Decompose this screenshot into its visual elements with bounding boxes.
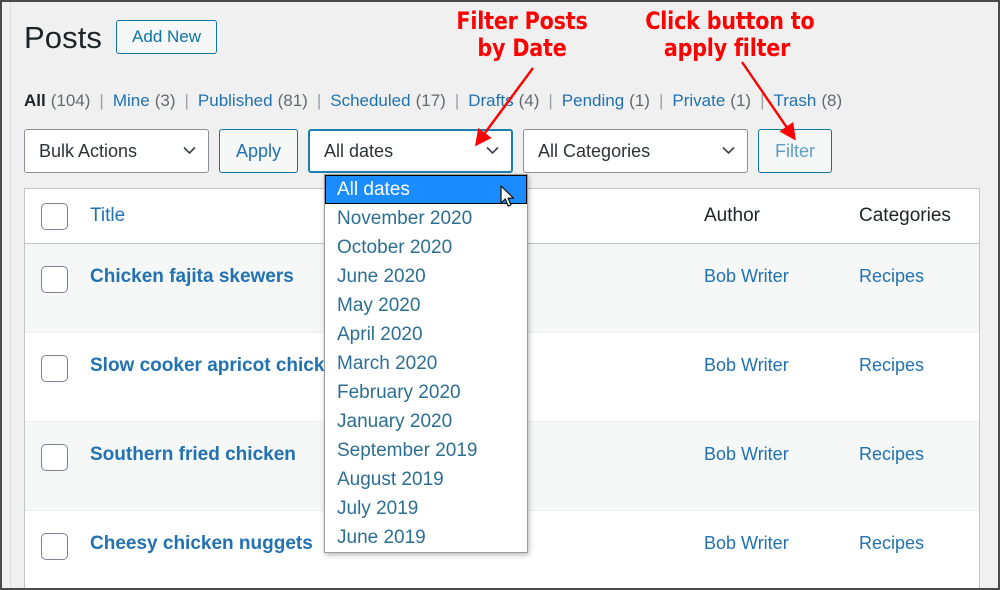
date-option[interactable]: April 2020 bbox=[325, 320, 527, 349]
row-select-cell bbox=[25, 511, 87, 560]
status-link-count: (1) bbox=[730, 91, 752, 110]
status-link-count: (104) bbox=[50, 91, 91, 110]
status-link-separator: | bbox=[99, 91, 104, 110]
date-option[interactable]: August 2019 bbox=[325, 465, 527, 494]
row-categories-cell: Recipes bbox=[859, 422, 979, 465]
status-link-label: Private bbox=[672, 91, 726, 110]
status-link-separator: | bbox=[548, 91, 553, 110]
status-link-label: All bbox=[24, 91, 46, 110]
post-category-link[interactable]: Recipes bbox=[859, 266, 924, 286]
status-link-mine[interactable]: Mine (3) bbox=[113, 91, 176, 111]
row-categories-cell: Recipes bbox=[859, 333, 979, 376]
date-option[interactable]: November 2020 bbox=[325, 204, 527, 233]
column-header-author: Author bbox=[704, 205, 760, 226]
status-link-separator: | bbox=[454, 91, 460, 110]
status-link-label: Trash bbox=[773, 91, 817, 110]
chevron-down-icon bbox=[722, 144, 735, 157]
page-header: Posts Add New bbox=[24, 19, 218, 55]
row-select-cell bbox=[25, 333, 87, 382]
row-checkbox[interactable] bbox=[41, 355, 68, 382]
post-title-link[interactable]: Southern fried chicken bbox=[90, 444, 296, 465]
column-header-categories: Categories bbox=[859, 205, 951, 226]
status-link-scheduled[interactable]: Scheduled (17) bbox=[330, 91, 446, 111]
post-author-link[interactable]: Bob Writer bbox=[704, 355, 789, 375]
status-link-count: (81) bbox=[277, 91, 308, 110]
row-author-cell: Bob Writer bbox=[704, 333, 859, 376]
status-link-label: Scheduled bbox=[330, 91, 411, 110]
status-link-count: (8) bbox=[821, 91, 843, 110]
date-option[interactable]: May 2020 bbox=[325, 291, 527, 320]
date-option[interactable]: June 2019 bbox=[325, 523, 527, 552]
post-title-link[interactable]: Cheesy chicken nuggets bbox=[90, 533, 313, 554]
date-option[interactable]: March 2020 bbox=[325, 349, 527, 378]
status-link-count: (1) bbox=[629, 91, 650, 110]
post-author-link[interactable]: Bob Writer bbox=[704, 533, 789, 553]
status-link-separator: | bbox=[316, 91, 322, 110]
annotation-filter-by-date: Filter Posts by Date bbox=[456, 7, 588, 62]
filter-button[interactable]: Filter bbox=[758, 129, 833, 173]
post-category-link[interactable]: Recipes bbox=[859, 444, 924, 464]
wordpress-posts-screen: Posts Add New All (104) | Mine (3) | Published… bbox=[0, 0, 1000, 590]
apply-button[interactable]: Apply bbox=[219, 129, 299, 173]
bulk-actions-value: Bulk Actions bbox=[39, 140, 138, 161]
category-filter-value: All Categories bbox=[538, 140, 651, 161]
chevron-down-icon bbox=[486, 144, 499, 157]
post-author-link[interactable]: Bob Writer bbox=[704, 444, 789, 464]
post-category-link[interactable]: Recipes bbox=[859, 533, 924, 553]
post-title-link[interactable]: Slow cooker apricot chicken bbox=[90, 355, 347, 376]
category-filter-select[interactable]: All Categories bbox=[523, 129, 749, 173]
status-link-count: (17) bbox=[415, 91, 446, 110]
status-link-private[interactable]: Private (1) bbox=[672, 91, 751, 111]
date-option[interactable]: October 2020 bbox=[325, 233, 527, 262]
status-link-label: Published bbox=[197, 91, 273, 110]
status-link-drafts[interactable]: Drafts (4) bbox=[468, 91, 539, 111]
row-categories-cell: Recipes bbox=[859, 244, 979, 287]
add-new-button[interactable]: Add New bbox=[116, 20, 218, 54]
status-link-pending[interactable]: Pending (1) bbox=[562, 91, 650, 111]
status-link-separator: | bbox=[760, 91, 765, 110]
date-filter-dropdown-list[interactable]: All dates November 2020 October 2020 June 2… bbox=[324, 174, 528, 553]
date-option[interactable]: September 2019 bbox=[325, 436, 527, 465]
annotation-click-filter-button: Click button to apply filter bbox=[645, 7, 815, 62]
row-select-cell bbox=[25, 422, 87, 471]
status-link-count: (4) bbox=[518, 91, 540, 110]
date-option[interactable]: All dates bbox=[325, 175, 527, 204]
select-all-checkbox[interactable] bbox=[41, 202, 68, 230]
post-author-link[interactable]: Bob Writer bbox=[704, 266, 789, 286]
status-link-all[interactable]: All (104) bbox=[24, 91, 90, 111]
row-author-cell: Bob Writer bbox=[704, 511, 859, 554]
post-category-link[interactable]: Recipes bbox=[859, 355, 924, 375]
admin-sidebar-edge bbox=[2, 2, 11, 588]
status-link-label: Drafts bbox=[468, 91, 514, 110]
date-option[interactable]: January 2020 bbox=[325, 407, 527, 436]
date-option[interactable]: July 2019 bbox=[325, 494, 527, 523]
status-link-count: (3) bbox=[154, 91, 176, 110]
date-filter-value: All dates bbox=[324, 140, 394, 161]
row-checkbox[interactable] bbox=[41, 533, 68, 560]
date-filter-select[interactable]: All dates bbox=[308, 129, 514, 173]
status-link-separator: | bbox=[184, 91, 189, 110]
status-link-trash[interactable]: Trash (8) bbox=[774, 91, 843, 111]
chevron-down-icon bbox=[183, 144, 196, 157]
select-all-cell bbox=[25, 202, 87, 230]
row-categories-cell: Recipes bbox=[859, 511, 979, 554]
post-status-filter-links: All (104) | Mine (3) | Published (81) | Scheduled… bbox=[24, 91, 842, 111]
table-nav-filters: Bulk Actions Apply All dates All Categor… bbox=[24, 129, 833, 173]
row-select-cell bbox=[25, 244, 87, 293]
date-option[interactable]: February 2020 bbox=[325, 378, 527, 407]
row-checkbox[interactable] bbox=[41, 266, 68, 293]
row-author-cell: Bob Writer bbox=[704, 244, 859, 287]
date-option[interactable]: June 2020 bbox=[325, 262, 527, 291]
page-title: Posts bbox=[24, 19, 103, 55]
status-link-label: Pending bbox=[561, 91, 625, 110]
bulk-actions-select[interactable]: Bulk Actions bbox=[24, 129, 209, 173]
status-link-published[interactable]: Published (81) bbox=[198, 91, 308, 111]
status-link-label: Mine bbox=[112, 91, 150, 110]
status-link-separator: | bbox=[658, 91, 664, 110]
post-title-link[interactable]: Chicken fajita skewers bbox=[90, 266, 294, 287]
row-author-cell: Bob Writer bbox=[704, 422, 859, 465]
row-checkbox[interactable] bbox=[41, 444, 68, 471]
